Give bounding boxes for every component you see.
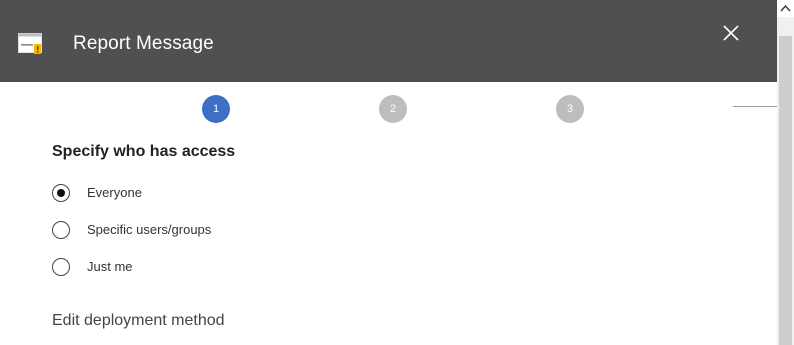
access-heading: Specify who has access xyxy=(52,143,236,160)
radio-selected-dot xyxy=(57,189,65,197)
scrollbar-thumb[interactable] xyxy=(779,36,792,345)
step-2[interactable]: 2 xyxy=(379,95,407,123)
scroll-up-arrow-icon[interactable] xyxy=(777,0,794,17)
radio-button[interactable] xyxy=(52,258,70,276)
close-icon[interactable] xyxy=(718,20,744,46)
report-message-icon xyxy=(18,33,42,54)
radio-label: Just me xyxy=(87,259,133,274)
radio-label: Specific users/groups xyxy=(87,222,212,237)
step-connector-line xyxy=(733,106,777,107)
vertical-scrollbar[interactable] xyxy=(777,0,794,345)
radio-button[interactable] xyxy=(52,221,70,239)
step-indicator: 1 2 3 xyxy=(0,82,777,132)
radio-label: Everyone xyxy=(87,185,142,200)
dialog-title: Report Message xyxy=(73,33,214,54)
dialog-header: Report Message xyxy=(0,0,777,82)
step-1[interactable]: 1 xyxy=(202,95,230,123)
radio-button[interactable] xyxy=(52,184,70,202)
edit-deployment-method-link[interactable]: Edit deployment method xyxy=(52,311,225,331)
step-3[interactable]: 3 xyxy=(556,95,584,123)
